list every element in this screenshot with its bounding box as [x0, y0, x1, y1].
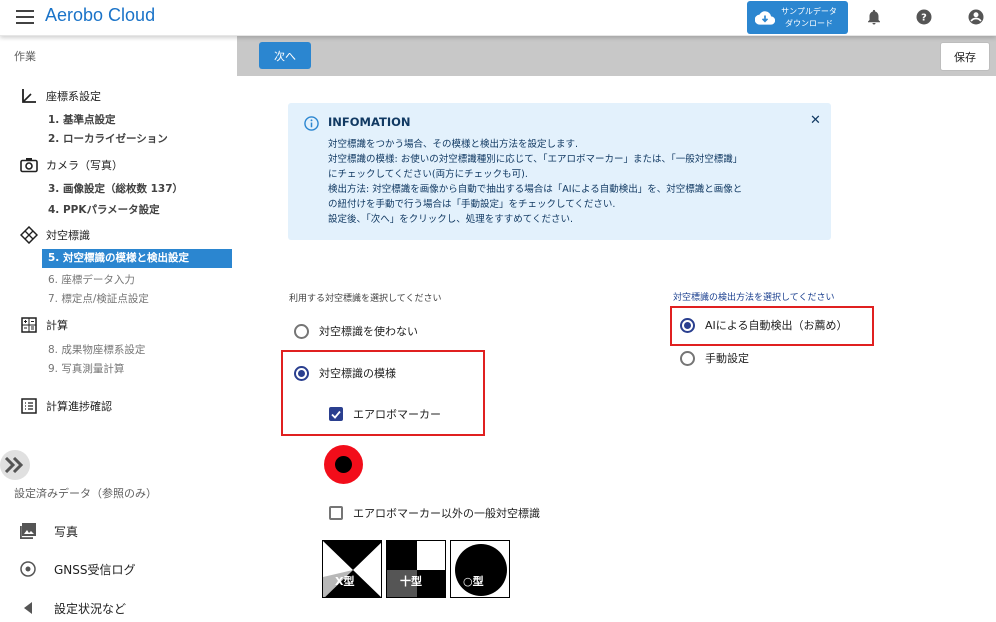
sample-download-line1: サンプルデータ: [781, 6, 837, 16]
collapse-sidebar-button[interactable]: [0, 450, 30, 480]
sidebar-data-label: GNSS受信ログ: [54, 562, 136, 577]
sidebar-item-ppk-params[interactable]: 4. PPKパラメータ設定: [48, 202, 160, 217]
info-line: にチェックしてください(両方にチェックも可).: [328, 169, 528, 180]
play-icon: [18, 598, 38, 618]
double-chevron-icon: [4, 457, 24, 473]
info-line: 検出方法: 対空標識を画像から自動で抽出する場合は「AIによる自動検出」を、対空…: [328, 184, 743, 195]
checkbox-label: エアロボマーカー以外の一般対空標識: [353, 507, 540, 520]
sidebar-data-label: 設定状況など: [54, 601, 127, 616]
sidebar-group-markers[interactable]: 対空標識: [20, 226, 90, 244]
sidebar-item-photogrammetry[interactable]: 9. 写真測量計算: [48, 361, 124, 376]
menu-icon[interactable]: [16, 10, 34, 24]
info-line: 設定後、「次へ」をクリックし、処理をすすめてください.: [328, 214, 573, 225]
radio-button[interactable]: [680, 350, 695, 366]
detection-select-label: 対空標識の検出方法を選択してください: [673, 293, 835, 303]
sidebar-group-camera[interactable]: カメラ（写真）: [20, 156, 123, 174]
info-line: の紐付けを手動で行う場合は「手動設定」をチェックしてください.: [328, 199, 616, 210]
marker-circle-type-image: ○型: [450, 540, 510, 598]
sample-data-download-button[interactable]: サンプルデータ ダウンロード: [747, 1, 848, 34]
radio-button[interactable]: [294, 323, 309, 339]
highlight-ai-detection-box: [670, 306, 874, 346]
close-icon[interactable]: ✕: [810, 113, 821, 128]
calculator-icon: [20, 316, 38, 334]
aerobo-marker-image: [324, 445, 363, 484]
marker-cross-type-image: 十型: [386, 540, 446, 598]
info-icon: [304, 116, 319, 131]
camera-icon: [20, 156, 38, 174]
sidebar-data-photos[interactable]: 写真: [18, 521, 78, 541]
sidebar-group-label: カメラ（写真）: [46, 159, 123, 172]
photo-icon: [18, 521, 38, 541]
action-bar: 次へ 保存: [237, 36, 996, 76]
radio-manual-setting[interactable]: 手動設定: [680, 350, 749, 366]
radio-no-marker[interactable]: 対空標識を使わない: [294, 323, 418, 339]
sidebar-group-calculation[interactable]: 計算: [20, 316, 68, 334]
sample-download-line2: ダウンロード: [785, 18, 833, 28]
list-icon: [20, 397, 38, 415]
sidebar-item-image-settings[interactable]: 3. 画像設定（総枚数 137）: [48, 181, 183, 196]
marker-select-label: 利用する対空標識を選択してください: [289, 294, 442, 304]
info-title: INFOMATION: [328, 115, 411, 129]
cloud-download-icon: [755, 10, 775, 25]
sidebar-data-label: 写真: [54, 524, 79, 539]
sidebar-item-output-coordinate[interactable]: 8. 成果物座標系設定: [48, 342, 145, 357]
next-button[interactable]: 次へ: [259, 42, 311, 69]
sidebar: 作業 座標系設定 1. 基準点設定 2. ローカライゼーション カメラ（写真） …: [0, 36, 237, 622]
marker-diamond-icon: [20, 226, 38, 244]
radio-label: 手動設定: [705, 352, 749, 365]
radio-label: 対空標識を使わない: [319, 325, 418, 338]
sidebar-section-reference: 設定済みデータ（参照のみ）: [14, 487, 157, 500]
save-button[interactable]: 保存: [940, 42, 990, 71]
svg-text:?: ?: [921, 12, 927, 23]
info-line: 対空標識をつかう場合、その模様と検出方法を設定します.: [328, 139, 579, 150]
sidebar-data-gnss[interactable]: GNSS受信ログ: [18, 559, 136, 579]
info-line: 対空標識の模様: お使いの対空標識種別に応じて、「エアロボマーカー」または、「一…: [328, 154, 743, 165]
sidebar-item-reference-point[interactable]: 1. 基準点設定: [48, 112, 115, 127]
sidebar-group-progress[interactable]: 計算進捗確認: [20, 397, 112, 415]
checkbox[interactable]: [329, 506, 343, 520]
info-body: 対空標識をつかう場合、その模様と検出方法を設定します. 対空標識の模様: お使い…: [328, 137, 798, 227]
sidebar-data-status[interactable]: 設定状況など: [18, 598, 126, 618]
sidebar-item-coordinate-input[interactable]: 6. 座標データ入力: [48, 272, 135, 287]
marker-type-label: X型: [335, 575, 355, 588]
sidebar-group-label: 座標系設定: [46, 90, 101, 103]
highlight-marker-box: [281, 350, 485, 436]
sidebar-group-coordinate[interactable]: 座標系設定: [20, 87, 101, 105]
marker-x-type-image: X型: [322, 540, 382, 598]
axis-icon: [20, 87, 38, 105]
help-icon[interactable]: ?: [915, 8, 933, 26]
info-alert: INFOMATION ✕ 対空標識をつかう場合、その模様と検出方法を設定します.…: [288, 103, 831, 240]
bell-icon[interactable]: [865, 8, 883, 26]
checkbox-general-marker[interactable]: エアロボマーカー以外の一般対空標識: [329, 505, 540, 521]
sidebar-group-label: 計算進捗確認: [46, 400, 112, 413]
marker-type-label: ○型: [463, 575, 484, 588]
account-icon[interactable]: [967, 8, 985, 26]
sidebar-group-label: 対空標識: [46, 229, 90, 242]
sidebar-section-work: 作業: [14, 50, 36, 63]
sidebar-group-label: 計算: [46, 319, 68, 332]
app-title[interactable]: Aerobo Cloud: [45, 5, 155, 26]
sidebar-item-localization[interactable]: 2. ローカライゼーション: [48, 131, 168, 146]
target-icon: [18, 559, 38, 579]
top-app-bar: Aerobo Cloud サンプルデータ ダウンロード ?: [0, 0, 996, 36]
marker-type-label: 十型: [400, 575, 422, 588]
sidebar-item-marker-pattern-active[interactable]: 5. 対空標識の模様と検出設定: [42, 249, 232, 268]
sidebar-item-gcp-settings[interactable]: 7. 標定点/検証点設定: [48, 291, 149, 306]
